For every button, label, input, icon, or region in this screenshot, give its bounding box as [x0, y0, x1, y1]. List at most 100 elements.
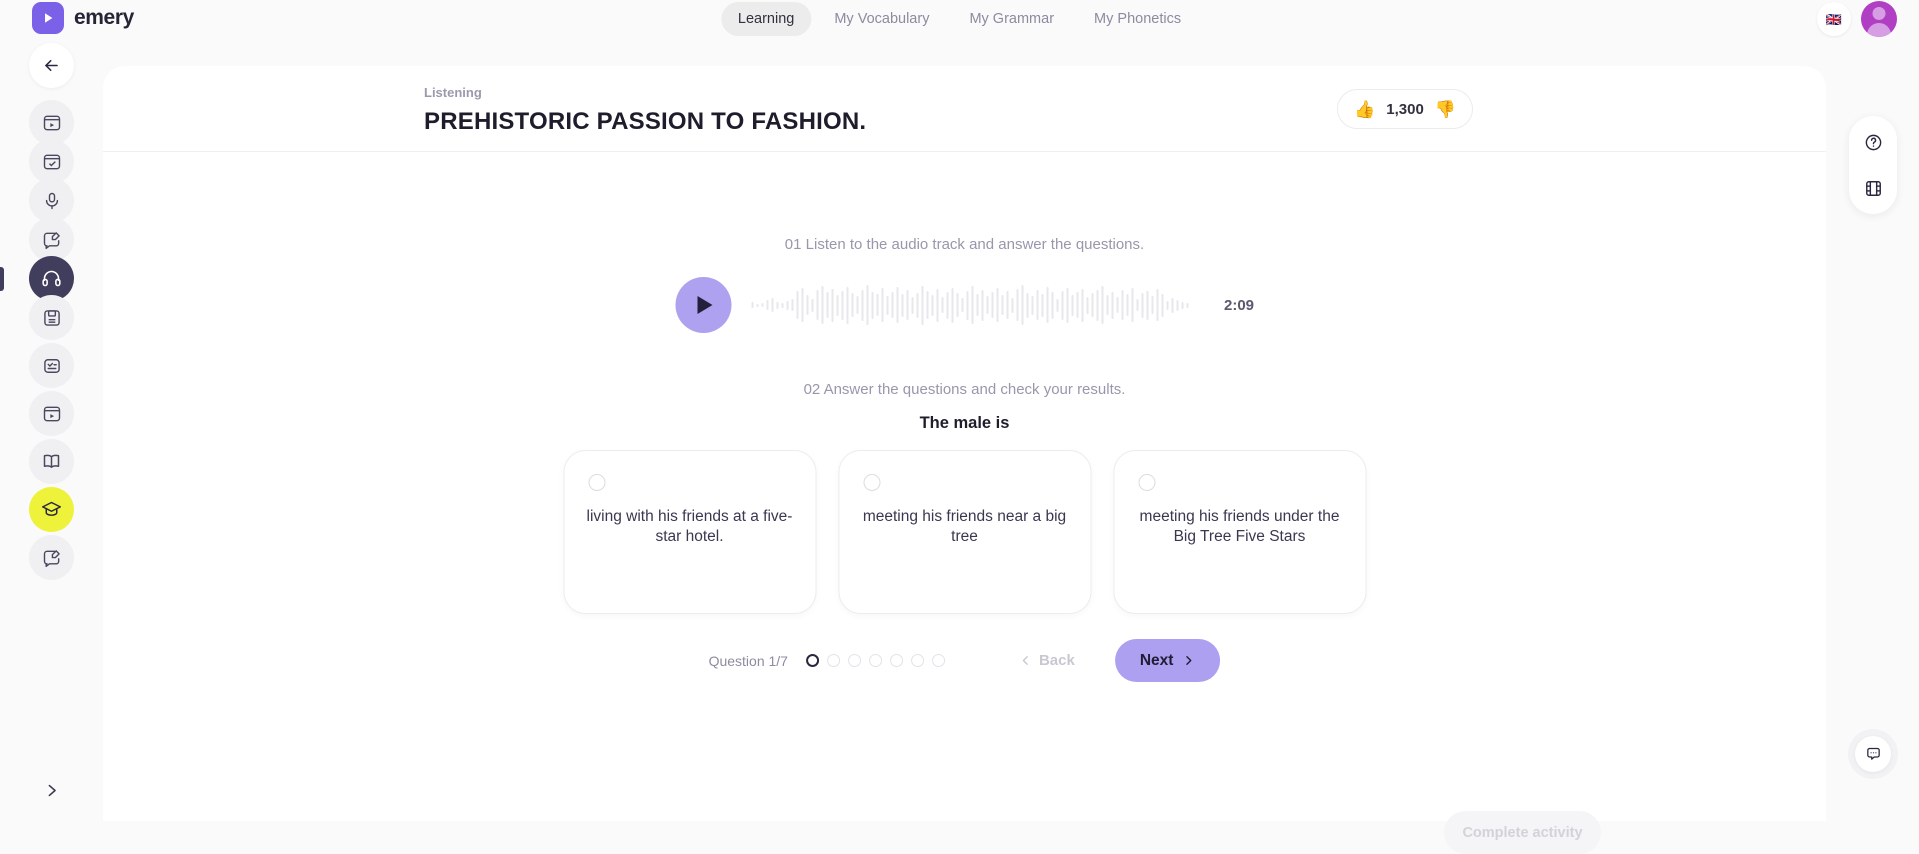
brand-logo-area[interactable]: emery — [32, 2, 134, 34]
tab-my-vocabulary[interactable]: My Vocabulary — [817, 2, 946, 36]
waveform-bar — [790, 299, 793, 311]
waveform-bar — [970, 286, 973, 324]
waveform-bar — [805, 295, 808, 315]
waveform-bar — [855, 296, 858, 314]
waveform-bar — [1070, 294, 1073, 316]
waveform-bar — [785, 300, 788, 310]
main-nav: Learning My Vocabulary My Grammar My Pho… — [720, 2, 1198, 36]
question-dot-1[interactable] — [805, 654, 819, 667]
thumbs-up-icon[interactable]: 👍 — [1354, 101, 1375, 118]
waveform-bar — [835, 294, 838, 316]
sidebar-item-message-edit-2[interactable] — [29, 535, 74, 580]
complete-activity-button[interactable]: Complete activity — [1444, 811, 1601, 854]
waveform-bar — [755, 303, 758, 307]
back-question-label: Back — [1038, 652, 1075, 669]
next-question-button[interactable]: Next — [1114, 639, 1221, 682]
waveform-bar — [1185, 302, 1188, 308]
waveform-bar — [1035, 290, 1038, 320]
waveform-bar — [810, 298, 813, 312]
waveform-bar — [915, 292, 918, 318]
waveform-bar — [950, 287, 953, 323]
waveform-bar — [925, 291, 928, 319]
waveform-bar — [955, 293, 958, 317]
waveform-bar — [1180, 301, 1183, 309]
waveform-bar — [1170, 297, 1173, 313]
waveform-bar — [1130, 288, 1133, 322]
waveform-bar — [1160, 293, 1163, 317]
question-dot-7[interactable] — [931, 654, 945, 667]
play-button[interactable] — [674, 277, 731, 333]
waveform-bar — [985, 296, 988, 314]
sidebar-item-graduation[interactable] — [29, 487, 74, 532]
tab-my-grammar[interactable]: My Grammar — [952, 2, 1071, 36]
graduation-cap-icon — [42, 501, 61, 516]
activity-card: Listening PREHISTORIC PASSION TO FASHION… — [103, 66, 1826, 854]
waveform-bar — [770, 298, 773, 312]
question-dot-2[interactable] — [826, 654, 840, 667]
question-dot-5[interactable] — [889, 654, 903, 667]
waveform-bar — [1095, 289, 1098, 321]
radio-icon[interactable] — [863, 474, 880, 491]
back-question-button[interactable]: Back — [1019, 652, 1075, 669]
expand-sidebar-button[interactable] — [29, 768, 74, 813]
language-selector-button[interactable]: 🇬🇧 — [1817, 2, 1851, 36]
waveform-bar — [1165, 300, 1168, 310]
waveform-bar — [1020, 285, 1023, 325]
waveform-bar — [930, 294, 933, 316]
tab-my-phonetics[interactable]: My Phonetics — [1077, 2, 1198, 36]
tab-learning[interactable]: Learning — [720, 2, 812, 36]
waveform-bar — [1015, 289, 1018, 321]
waveform-bar — [960, 298, 963, 312]
answer-option-3[interactable]: meeting his friends under the Big Tree F… — [1113, 450, 1366, 614]
radio-icon[interactable] — [1138, 474, 1155, 491]
help-button[interactable] — [1853, 122, 1893, 162]
waveform-bar — [1125, 294, 1128, 316]
waveform-bar — [1150, 296, 1153, 314]
rating-count: 1,300 — [1386, 100, 1424, 118]
question-dot-4[interactable] — [868, 654, 882, 667]
layout-view-button[interactable] — [1853, 168, 1893, 208]
audio-waveform[interactable] — [750, 276, 1188, 334]
radio-icon[interactable] — [588, 474, 605, 491]
play-logo-icon — [32, 2, 64, 34]
waveform-bar — [815, 290, 818, 320]
answer-option-2[interactable]: meeting his friends near a big tree — [838, 450, 1091, 614]
video-lesson-icon — [43, 406, 60, 421]
back-button[interactable] — [29, 43, 74, 88]
waveform-bar — [1055, 298, 1058, 312]
thumbs-down-icon[interactable]: 👎 — [1435, 101, 1456, 118]
calendar-check-icon — [43, 154, 60, 169]
waveform-bar — [1060, 290, 1063, 320]
waveform-bar — [1000, 295, 1003, 315]
chevron-right-icon — [1186, 656, 1192, 665]
sidebar-item-quiz-card[interactable] — [29, 343, 74, 388]
avatar[interactable] — [1861, 1, 1897, 37]
waveform-bar — [1110, 291, 1113, 319]
sidebar-item-save[interactable] — [29, 295, 74, 340]
answer-option-1[interactable]: living with his friends at a five-star h… — [563, 450, 816, 614]
waveform-bar — [1100, 286, 1103, 324]
waveform-bar — [1085, 296, 1088, 314]
waveform-bar — [1140, 292, 1143, 318]
left-sidebar — [0, 38, 103, 821]
answer-options: living with his friends at a five-star h… — [563, 450, 1366, 614]
waveform-bar — [825, 292, 828, 318]
waveform-bar — [830, 288, 833, 322]
chat-support-button[interactable] — [1848, 729, 1898, 779]
chevron-left-icon — [1022, 656, 1028, 665]
sidebar-item-open-book[interactable] — [29, 439, 74, 484]
waveform-bar — [935, 288, 938, 322]
waveform-bar — [780, 302, 783, 308]
waveform-bar — [1050, 291, 1053, 319]
audio-player: 2:09 — [674, 276, 1254, 334]
waveform-bar — [880, 288, 883, 322]
question-dot-6[interactable] — [910, 654, 924, 667]
waveform-bar — [865, 285, 868, 325]
headphones-icon — [42, 270, 61, 287]
answer-option-label: meeting his friends near a big tree — [862, 508, 1067, 546]
waveform-bar — [860, 289, 863, 321]
waveform-bar — [850, 293, 853, 317]
question-dot-3[interactable] — [847, 654, 861, 667]
waveform-bar — [1045, 287, 1048, 323]
sidebar-item-video-lesson-2[interactable] — [29, 391, 74, 436]
